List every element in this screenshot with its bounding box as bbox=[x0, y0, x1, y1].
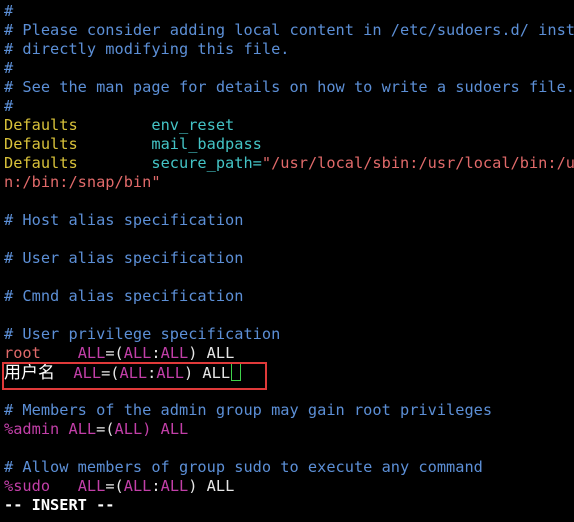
comment-line: # directly modifying this file. bbox=[4, 40, 290, 58]
comment-host-alias: # Host alias specification bbox=[4, 211, 244, 229]
text-cursor bbox=[231, 363, 242, 381]
defaults-keyword: Defaults bbox=[4, 135, 78, 153]
runas-user-all: ALL bbox=[123, 344, 152, 362]
colon: : bbox=[151, 477, 161, 495]
comment-sudo-group: # Allow members of group sudo to execute… bbox=[4, 458, 483, 476]
comment-cmnd-alias: # Cmnd alias specification bbox=[4, 287, 244, 305]
runas-group-all: ALL bbox=[160, 344, 189, 362]
comment-user-alias: # User alias specification bbox=[4, 249, 244, 267]
command-all: ) ALL bbox=[188, 477, 235, 495]
runas-user-all: ALL bbox=[114, 420, 143, 438]
comment-line: # Please consider adding local content i… bbox=[4, 21, 574, 39]
host-all: ALL bbox=[77, 477, 106, 495]
colon: : bbox=[147, 364, 157, 382]
equals-paren: =( bbox=[105, 477, 124, 495]
sudo-privilege-line: %sudo ALL=(ALL:ALL) ALL bbox=[4, 477, 574, 496]
terminal-editor[interactable]: # # Please consider adding local content… bbox=[4, 2, 574, 515]
runas-user-all: ALL bbox=[119, 364, 148, 382]
sudo-group: %sudo bbox=[4, 477, 51, 495]
host-all: ALL bbox=[68, 420, 97, 438]
root-user: root bbox=[4, 344, 41, 362]
runas-group-all: ALL bbox=[156, 364, 184, 382]
equals-paren: =( bbox=[96, 420, 115, 438]
equals-paren: =( bbox=[105, 344, 124, 362]
defaults-value: env_reset bbox=[151, 116, 235, 134]
command-all: ) ALL bbox=[142, 420, 189, 438]
secure-path-string: "/usr/local/sbin:/usr/local/bin:/us bbox=[261, 154, 574, 172]
host-all: ALL bbox=[77, 344, 106, 362]
colon: : bbox=[151, 344, 161, 362]
runas-user-all: ALL bbox=[123, 477, 152, 495]
defaults-line: Defaults secure_path="/usr/local/sbin:/u… bbox=[4, 154, 574, 173]
comment-line: # bbox=[4, 97, 14, 115]
equals-paren: =( bbox=[101, 364, 120, 382]
defaults-line: Defaults env_reset bbox=[4, 116, 574, 135]
host-all: ALL bbox=[73, 364, 102, 382]
secure-path-continuation: n:/bin:/snap/bin" bbox=[4, 173, 161, 191]
defaults-keyword: Defaults bbox=[4, 154, 78, 172]
root-privilege-line: root ALL=(ALL:ALL) ALL bbox=[4, 344, 574, 363]
comment-line: # See the man page for details on how to… bbox=[4, 78, 574, 96]
command-all: ) ALL bbox=[183, 364, 231, 382]
comment-user-privilege: # User privilege specification bbox=[4, 325, 281, 343]
runas-group-all: ALL bbox=[160, 477, 189, 495]
defaults-line: Defaults mail_badpass bbox=[4, 135, 574, 154]
admin-privilege-line: %admin ALL=(ALL) ALL bbox=[4, 420, 574, 439]
username-placeholder[interactable]: 用户名 bbox=[4, 363, 55, 383]
secure-path-option: secure_path= bbox=[151, 154, 262, 172]
admin-group: %admin bbox=[4, 420, 60, 438]
comment-admin-group: # Members of the admin group may gain ro… bbox=[4, 401, 493, 419]
defaults-keyword: Defaults bbox=[4, 116, 78, 134]
defaults-value: mail_badpass bbox=[151, 135, 262, 153]
comment-line: # bbox=[4, 2, 14, 20]
insert-mode-status: -- INSERT -- bbox=[4, 496, 115, 514]
new-user-privilege-line[interactable]: 用户名 ALL=(ALL:ALL) ALL bbox=[4, 363, 574, 382]
command-all: ) ALL bbox=[188, 344, 235, 362]
comment-line: # bbox=[4, 59, 14, 77]
